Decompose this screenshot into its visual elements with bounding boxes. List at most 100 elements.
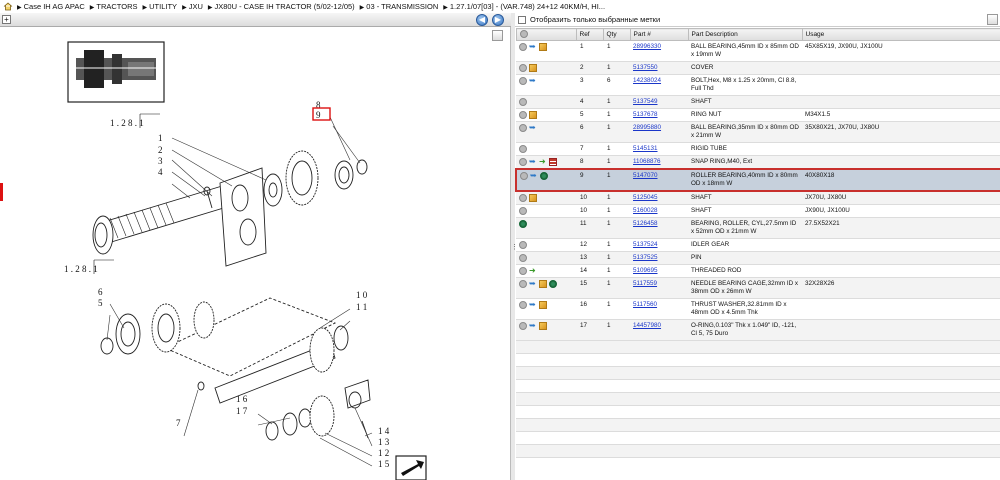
part-number-link[interactable]: 14457980	[633, 322, 661, 329]
callout[interactable]: 1 6	[236, 394, 248, 404]
exploded-diagram[interactable]: 1 . 2 8 . 1 1 2 3 4 8 9 1 . 2 8 . 1 6 5 …	[0, 28, 510, 480]
info-icon[interactable]	[519, 43, 527, 51]
part-number-link[interactable]: 5137524	[633, 241, 658, 248]
header-description[interactable]: Part Description	[687, 28, 803, 41]
callout[interactable]: 1 7	[236, 406, 248, 416]
callout[interactable]: 2	[158, 145, 163, 155]
part-number-link[interactable]: 5137678	[633, 111, 658, 118]
callout[interactable]: 9	[316, 110, 321, 120]
callout[interactable]: 5	[98, 298, 103, 308]
breadcrumb-item[interactable]: Case IH AG APAC	[24, 2, 85, 11]
header-ref[interactable]: Ref	[575, 28, 604, 41]
package-icon[interactable]	[539, 301, 547, 309]
part-number-link[interactable]: 5137549	[633, 98, 658, 105]
part-number-link[interactable]: 28995880	[633, 124, 661, 131]
part-number-link[interactable]: 28996330	[633, 43, 661, 50]
callout[interactable]: 7	[176, 418, 181, 428]
parts-panel-toggle[interactable]	[987, 14, 998, 25]
header-usage[interactable]: Usage	[801, 28, 1000, 41]
callout[interactable]: 1 . 2 8 . 1	[110, 118, 144, 128]
info-icon[interactable]	[519, 111, 527, 119]
package-icon[interactable]	[529, 64, 537, 72]
info-icon[interactable]	[519, 301, 527, 309]
callout[interactable]: 1 4	[378, 426, 390, 436]
breadcrumb-item[interactable]: JXU	[189, 2, 203, 11]
table-row[interactable]: 10 1 5125045 SHAFT JX70U, JX80U	[516, 191, 1000, 205]
next-page-arrow-icon[interactable]	[395, 455, 427, 480]
breadcrumb-item[interactable]: 1.27.1/07[03] - (VAR.748) 24+12 40KM/H, …	[450, 2, 605, 11]
info-icon[interactable]	[519, 207, 527, 215]
callout[interactable]: 6	[98, 287, 103, 297]
table-row[interactable]: ➥ 1 1 28996330 BALL BEARING,45mm ID x 85mm O…	[516, 40, 1000, 62]
part-number-link[interactable]: 5145131	[633, 145, 658, 152]
arrow-icon[interactable]: ➥	[529, 43, 537, 51]
green-arrow-icon[interactable]: ➜	[539, 158, 547, 166]
info-icon[interactable]	[519, 194, 527, 202]
green-arrow-icon[interactable]: ➜	[529, 267, 537, 275]
arrow-icon[interactable]: ➥	[529, 280, 537, 288]
table-row[interactable]: ➥ 16 1 5117560 THRUST WASHER,32.81mm ID x 48…	[516, 298, 1000, 320]
info-icon[interactable]	[519, 241, 527, 249]
part-number-link[interactable]: 5160028	[633, 207, 658, 214]
callout[interactable]: 1 . 2 8 . 1	[64, 264, 98, 274]
callout[interactable]: 1 5	[378, 459, 390, 469]
info-icon[interactable]	[519, 77, 527, 85]
info-icon[interactable]	[520, 172, 528, 180]
info-icon[interactable]	[519, 145, 527, 153]
part-number-link[interactable]: 5137550	[633, 64, 658, 71]
info-icon[interactable]	[519, 280, 527, 288]
callout[interactable]: 1 3	[378, 437, 390, 447]
part-number-link[interactable]: 14238024	[633, 77, 661, 84]
arrow-icon[interactable]: ➥	[530, 172, 538, 180]
table-row[interactable]: ➥ 17 1 14457980 O-RING,0.103" Thk x 1.049" I…	[516, 319, 1000, 341]
info-icon[interactable]	[519, 98, 527, 106]
info-icon[interactable]	[519, 254, 527, 262]
breadcrumb-item[interactable]: JX80U - CASE IH TRACTOR (5/02-12/05)	[214, 2, 354, 11]
package-icon[interactable]	[529, 111, 537, 119]
breadcrumb-item[interactable]: TRACTORS	[96, 2, 137, 11]
part-number-link[interactable]: 5109695	[633, 267, 658, 274]
package-icon[interactable]	[539, 280, 547, 288]
breadcrumb-item[interactable]: 03 - TRANSMISSION	[366, 2, 438, 11]
package-icon[interactable]	[529, 194, 537, 202]
arrow-icon[interactable]: ➥	[529, 158, 537, 166]
table-row[interactable]: 10 1 5160028 SHAFT JX90U, JX100U	[516, 204, 1000, 218]
alternate-icon[interactable]	[519, 220, 527, 228]
callout[interactable]: 3	[158, 156, 163, 166]
book-icon[interactable]	[549, 158, 557, 166]
alternate-icon[interactable]	[549, 280, 557, 288]
table-row[interactable]: 2 1 5137550 COVER	[516, 61, 1000, 75]
info-icon[interactable]	[519, 322, 527, 330]
home-icon[interactable]	[3, 2, 13, 11]
nav-back-icon[interactable]: ◀	[476, 14, 488, 26]
table-row[interactable]: ➥ 6 1 28995880 BALL BEARING,35mm ID x 80mm O…	[516, 121, 1000, 143]
arrow-icon[interactable]: ➥	[529, 124, 537, 132]
info-icon[interactable]	[519, 64, 527, 72]
callout[interactable]: 1	[158, 133, 163, 143]
part-number-link[interactable]: 5125045	[633, 194, 658, 201]
package-icon[interactable]	[539, 322, 547, 330]
table-row[interactable]: ➜ 14 1 5109695 THREADED ROD	[516, 264, 1000, 278]
settings-gear-icon[interactable]	[519, 29, 528, 38]
callout[interactable]: 1 0	[356, 290, 368, 300]
table-row[interactable]: 12 1 5137524 IDLER GEAR	[516, 238, 1000, 252]
callout[interactable]: 4	[158, 167, 163, 177]
info-icon[interactable]	[519, 158, 527, 166]
part-number-link[interactable]: 5117560	[633, 301, 657, 308]
info-icon[interactable]	[519, 267, 527, 275]
table-row[interactable]: ➥ 9 1 5147070 ROLLER BEARING,40mm ID x 80mm …	[515, 168, 1000, 192]
part-number-link[interactable]: 5117559	[633, 280, 657, 287]
table-row[interactable]: 13 1 5137525 PIN	[516, 251, 1000, 265]
header-qty[interactable]: Qty	[602, 28, 631, 41]
nav-forward-icon[interactable]: ▶	[492, 14, 504, 26]
overview-thumbnail[interactable]	[67, 41, 165, 103]
part-number-link[interactable]: 5137525	[633, 254, 658, 261]
alternate-icon[interactable]	[540, 172, 548, 180]
arrow-icon[interactable]: ➥	[529, 77, 537, 85]
table-row[interactable]: ➥ ➜ 8 1 11068876 SNAP RING,M40, Ext	[516, 155, 1000, 170]
table-row[interactable]: 5 1 5137678 RING NUT M34X1.5	[516, 108, 1000, 122]
table-row[interactable]: 11 1 5126458 BEARING, ROLLER, CYL,27.5mm ID…	[516, 217, 1000, 239]
table-row[interactable]: 4 1 5137549 SHAFT	[516, 95, 1000, 109]
arrow-icon[interactable]: ➥	[529, 301, 537, 309]
show-selected-only-checkbox[interactable]	[518, 15, 526, 24]
